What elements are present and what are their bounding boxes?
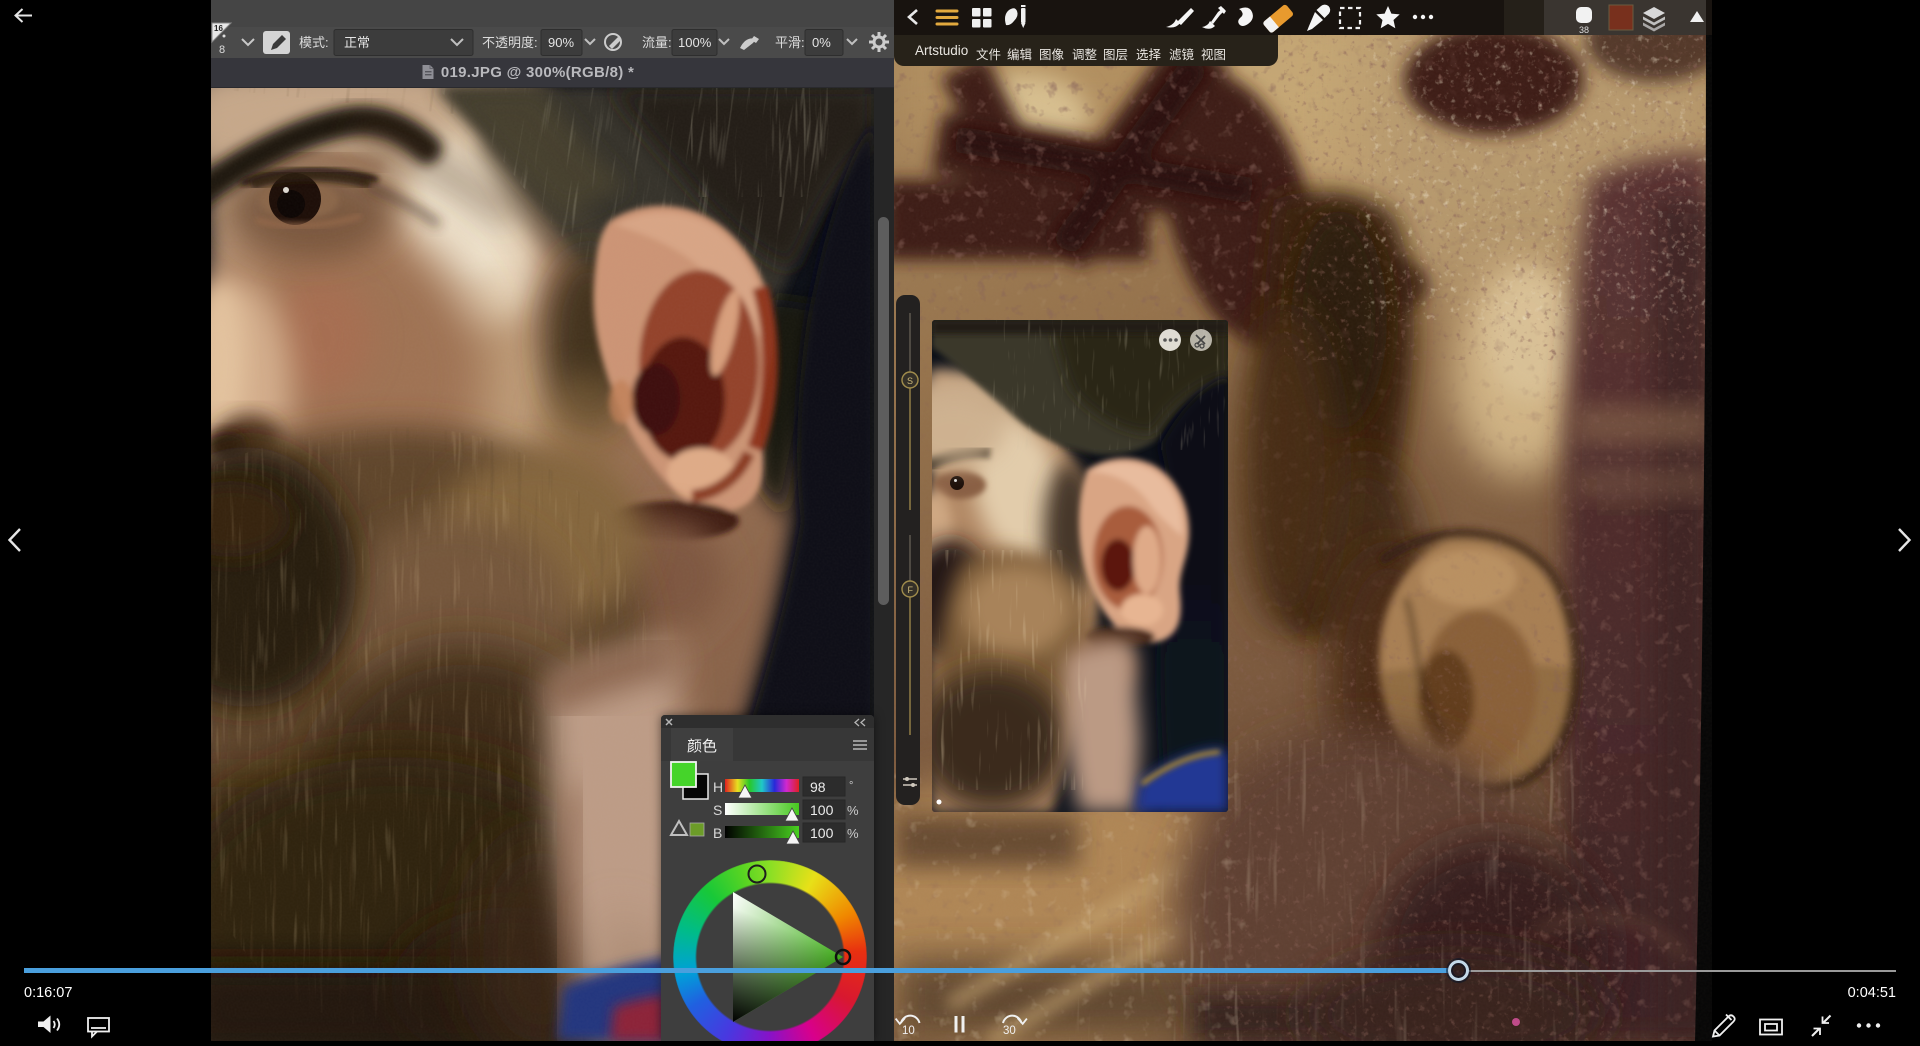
svg-text:10: 10 <box>902 1025 915 1037</box>
svg-text:0:04:51: 0:04:51 <box>1848 985 1896 1001</box>
svg-text:0:16:07: 0:16:07 <box>24 985 72 1001</box>
svg-text:30: 30 <box>1003 1025 1016 1037</box>
